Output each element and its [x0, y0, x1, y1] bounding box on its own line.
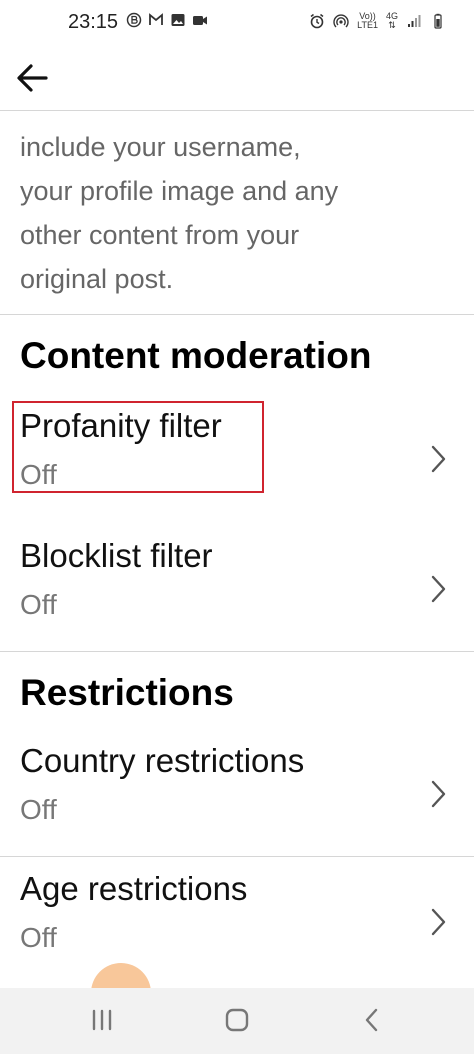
- blocklist-filter-row[interactable]: Blocklist filter Off: [0, 525, 474, 655]
- battery-icon: [434, 13, 442, 29]
- app-bar: [0, 50, 474, 111]
- home-icon: [225, 1008, 249, 1032]
- section-title-content-moderation: Content moderation: [20, 335, 372, 376]
- restrictions-section: Restrictions Country restrictions Off Ag…: [0, 652, 474, 987]
- blocklist-filter-label: Blocklist filter: [20, 537, 213, 574]
- settings-content: include your username, your profile imag…: [0, 111, 474, 987]
- mobile-data-indicator: 4G ⇅: [385, 11, 398, 30]
- status-bar: 23:15 Vo)) LTE1 4G ⇅: [0, 0, 474, 50]
- country-restrictions-value: Off: [20, 794, 57, 825]
- age-restrictions-row[interactable]: Age restrictions Off: [0, 858, 474, 988]
- chevron-right-icon: [431, 780, 446, 808]
- age-restrictions-label: Age restrictions: [20, 870, 248, 907]
- back-button[interactable]: [10, 56, 54, 100]
- navigation-bar: [0, 988, 474, 1054]
- chevron-right-icon: [431, 908, 446, 936]
- home-button[interactable]: [215, 1000, 259, 1040]
- video-camera-icon: [193, 16, 207, 25]
- system-icons: Vo)) LTE1 4G ⇅: [309, 12, 446, 30]
- description-block: include your username, your profile imag…: [0, 111, 474, 315]
- chevron-left-icon: [365, 1008, 378, 1032]
- nav-back-button[interactable]: [350, 1000, 394, 1040]
- gallery-icon: [171, 14, 185, 26]
- gmail-icon: [149, 13, 163, 25]
- age-restrictions-value: Off: [20, 922, 57, 953]
- recent-apps-icon: [92, 1009, 112, 1031]
- blocklist-filter-value: Off: [20, 589, 57, 620]
- recent-apps-button[interactable]: [80, 1000, 124, 1040]
- status-time: 23:15: [68, 11, 119, 33]
- section-title-restrictions: Restrictions: [20, 672, 234, 713]
- description-text: include your username, your profile imag…: [20, 132, 339, 294]
- notification-icons: [126, 12, 208, 28]
- country-restrictions-row[interactable]: Country restrictions Off: [0, 732, 474, 857]
- alarm-icon: [310, 13, 324, 29]
- b-badge-icon: [126, 12, 142, 28]
- chevron-right-icon: [431, 575, 446, 603]
- arrow-left-icon: [17, 64, 48, 92]
- signal-icon: [408, 15, 421, 27]
- chevron-right-icon: [431, 445, 446, 473]
- volte-indicator: Vo)) LTE1: [357, 11, 378, 30]
- hotspot-icon: [333, 14, 349, 28]
- country-restrictions-label: Country restrictions: [20, 742, 305, 779]
- highlight-box: [12, 401, 264, 493]
